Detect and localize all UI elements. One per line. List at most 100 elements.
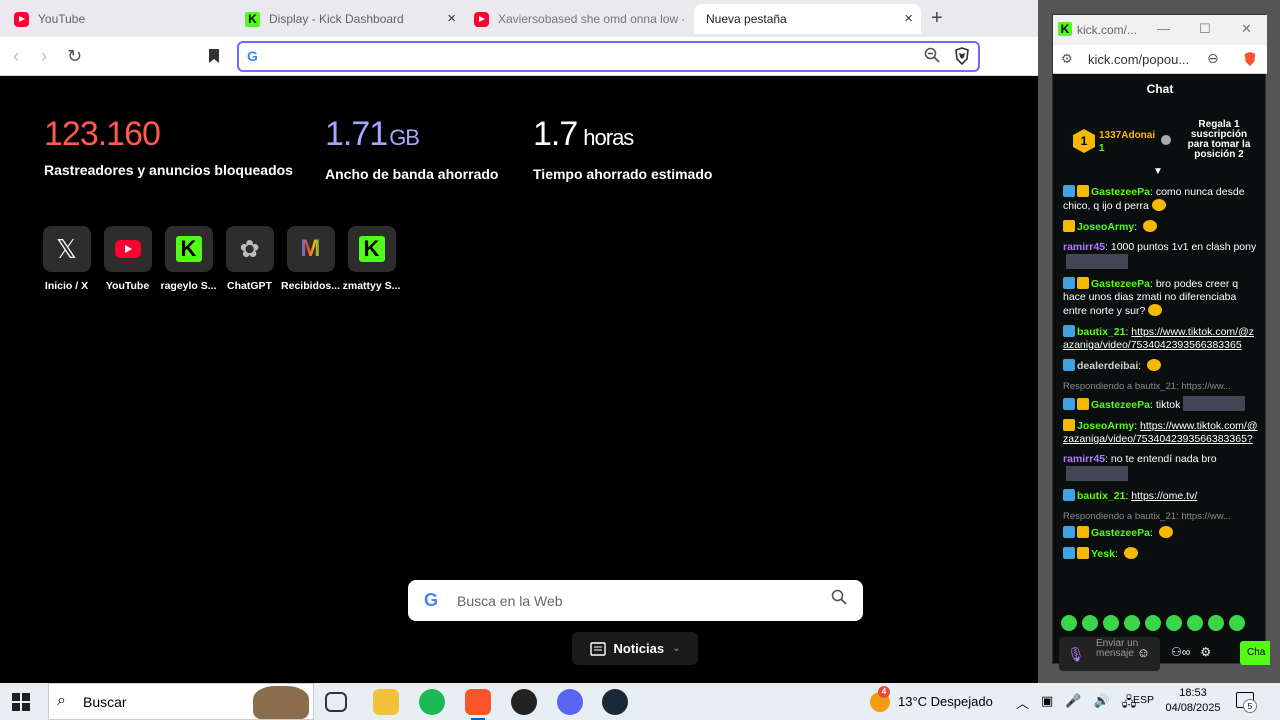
emote-icon[interactable]	[1061, 615, 1077, 631]
tile-x[interactable]: 𝕏 Inicio / X	[36, 226, 97, 292]
reload-icon[interactable]: ↻	[67, 46, 82, 66]
brave-shields-icon[interactable]	[954, 47, 970, 65]
chat-username[interactable]: Yesk	[1091, 548, 1115, 560]
weather-widget[interactable]: 4 13°C Despejado	[870, 683, 993, 720]
tile-chatgpt[interactable]: ✿ ChatGPT	[219, 226, 280, 292]
minimize-icon[interactable]: —	[1157, 21, 1170, 36]
chat-input[interactable]: 🎙 Enviar un mensaje ☺	[1059, 637, 1160, 671]
news-label: Noticias	[613, 641, 665, 656]
chat-username[interactable]: GastezeePa	[1091, 278, 1150, 290]
tab-title: Nueva pestaña	[706, 12, 787, 26]
kick-icon: K	[164, 226, 213, 272]
leaderboard-count: 1	[1099, 143, 1105, 154]
search-icon: ⌕	[57, 692, 66, 709]
chat-username[interactable]: bautix_21	[1077, 326, 1125, 338]
windows-start-icon[interactable]	[12, 693, 30, 711]
chevron-down-icon[interactable]: ▼	[1153, 166, 1163, 177]
leaderboard-cta[interactable]: Regala 1 suscripción para tomar la posic…	[1179, 120, 1259, 160]
language-indicator[interactable]: ESP	[1133, 694, 1154, 706]
zoom-out-icon[interactable]	[924, 47, 940, 63]
chat-username[interactable]: ramirr45	[1063, 241, 1105, 253]
subscriber-badge-icon	[1063, 277, 1075, 289]
tile-youtube[interactable]: YouTube	[97, 226, 158, 292]
chat-send-button[interactable]: Cha	[1240, 641, 1270, 665]
obs-icon[interactable]	[511, 689, 537, 715]
chat-message: ramirr45: no te entendí nada bro	[1063, 453, 1259, 482]
emote-icon[interactable]	[1229, 615, 1245, 631]
tile-gmail[interactable]: M Recibidos...	[280, 226, 341, 292]
tile-rageylo[interactable]: K rageylo S...	[158, 226, 219, 292]
forward-icon[interactable]: ›	[41, 46, 47, 66]
popup-url: kick.com/popou...	[1088, 52, 1190, 67]
popup-titlebar: K kick.com/... — ☐ ✕	[1053, 15, 1267, 45]
youtube-icon	[14, 11, 29, 27]
close-tab-icon[interactable]: ×	[904, 11, 913, 27]
clock[interactable]: 18:53 04/08/2025	[1162, 686, 1224, 716]
emote-icon[interactable]	[1187, 615, 1203, 631]
tab-kick-dashboard[interactable]: K Display - Kick Dashboard ×	[236, 4, 464, 34]
chat-text: no te entendí nada bro	[1110, 453, 1217, 465]
emote-icon[interactable]	[1166, 615, 1182, 631]
task-view-icon[interactable]	[325, 692, 347, 712]
image-emote	[1066, 254, 1128, 269]
chevron-up-icon[interactable]: ︿	[1016, 693, 1029, 715]
bookmark-icon[interactable]	[208, 48, 220, 64]
popup-address-bar[interactable]: ⚙ kick.com/popou... ⊖	[1053, 45, 1267, 74]
leaderboard-user[interactable]: 1337Adonai	[1099, 130, 1155, 141]
tab-youtube-video[interactable]: Xaviersobased she omd onna low - Y	[474, 4, 684, 34]
news-button[interactable]: Noticias ⌄	[572, 632, 698, 665]
volume-icon[interactable]: 🔊	[1094, 693, 1110, 715]
taskbar-search[interactable]: ⌕ Buscar	[48, 683, 314, 720]
emote-icon[interactable]	[1103, 615, 1119, 631]
discord-icon[interactable]	[557, 689, 583, 715]
tray-app-icon[interactable]: ▣	[1041, 693, 1053, 715]
tile-label: ChatGPT	[227, 280, 272, 292]
reply-context[interactable]: Respondiendo a bautix_21: https://ww...	[1063, 380, 1259, 393]
chat-username[interactable]: GastezeePa	[1091, 527, 1150, 539]
microphone-icon[interactable]: 🎤	[1065, 693, 1081, 715]
emote-icon	[1158, 526, 1173, 538]
browser-tab-strip: YouTube K Display - Kick Dashboard × Xav…	[0, 0, 1038, 37]
emote-icon[interactable]	[1145, 615, 1161, 631]
chat-username[interactable]: GastezeePa	[1091, 186, 1150, 198]
tab-youtube[interactable]: YouTube	[14, 4, 229, 34]
back-icon[interactable]: ‹	[13, 46, 19, 66]
maximize-icon[interactable]: ☐	[1199, 21, 1211, 37]
zoom-out-icon[interactable]: ⊖	[1207, 50, 1219, 67]
gear-icon[interactable]: ⚙	[1200, 645, 1211, 659]
spotify-icon[interactable]	[419, 689, 445, 715]
steam-icon[interactable]	[602, 689, 628, 715]
brave-browser-icon[interactable]	[465, 689, 491, 720]
file-explorer-icon[interactable]	[373, 689, 399, 715]
search-placeholder: Busca en la Web	[457, 593, 563, 609]
users-icon[interactable]: ⚇∞	[1171, 645, 1190, 659]
emote-icon[interactable]	[1082, 615, 1098, 631]
site-settings-icon[interactable]: ⚙	[1061, 51, 1073, 67]
close-tab-icon[interactable]: ×	[447, 11, 456, 27]
tab-title: Display - Kick Dashboard	[269, 12, 404, 26]
emote-icon[interactable]	[1124, 615, 1140, 631]
brave-shields-icon[interactable]	[1243, 51, 1257, 67]
tile-zmattyy[interactable]: K zmattyy S...	[341, 226, 402, 292]
chat-link[interactable]: https://ome.tv/	[1131, 490, 1197, 502]
chat-username[interactable]: ramirr45	[1063, 453, 1105, 465]
web-search-box[interactable]: G Busca en la Web	[408, 580, 863, 621]
stat-label: Rastreadores y anuncios bloqueados	[44, 162, 293, 178]
search-icon[interactable]	[831, 589, 847, 605]
tab-new-tab[interactable]: Nueva pestaña ×	[694, 4, 921, 34]
reply-context[interactable]: Respondiendo a bautix_21: https://ww...	[1063, 510, 1259, 523]
chat-username[interactable]: GastezeePa	[1091, 399, 1150, 411]
new-tab-button[interactable]: +	[931, 8, 943, 28]
chat-username[interactable]: JoseoArmy	[1077, 420, 1134, 432]
chat-username[interactable]: bautix_21	[1077, 490, 1125, 502]
chat-username[interactable]: dealerdeibai	[1077, 360, 1138, 372]
address-bar[interactable]: G	[237, 41, 980, 72]
subscriber-badge-icon	[1063, 325, 1075, 337]
microphone-icon[interactable]: 🎙	[1067, 646, 1085, 663]
chat-separator: :	[1114, 548, 1121, 560]
close-icon[interactable]: ✕	[1241, 21, 1252, 37]
chat-username[interactable]: JoseoArmy	[1077, 221, 1134, 233]
emote-icon[interactable]	[1208, 615, 1224, 631]
chat-message: Respondiendo a bautix_21: https://ww... G…	[1063, 510, 1259, 540]
emoji-icon[interactable]: ☺	[1137, 645, 1150, 660]
